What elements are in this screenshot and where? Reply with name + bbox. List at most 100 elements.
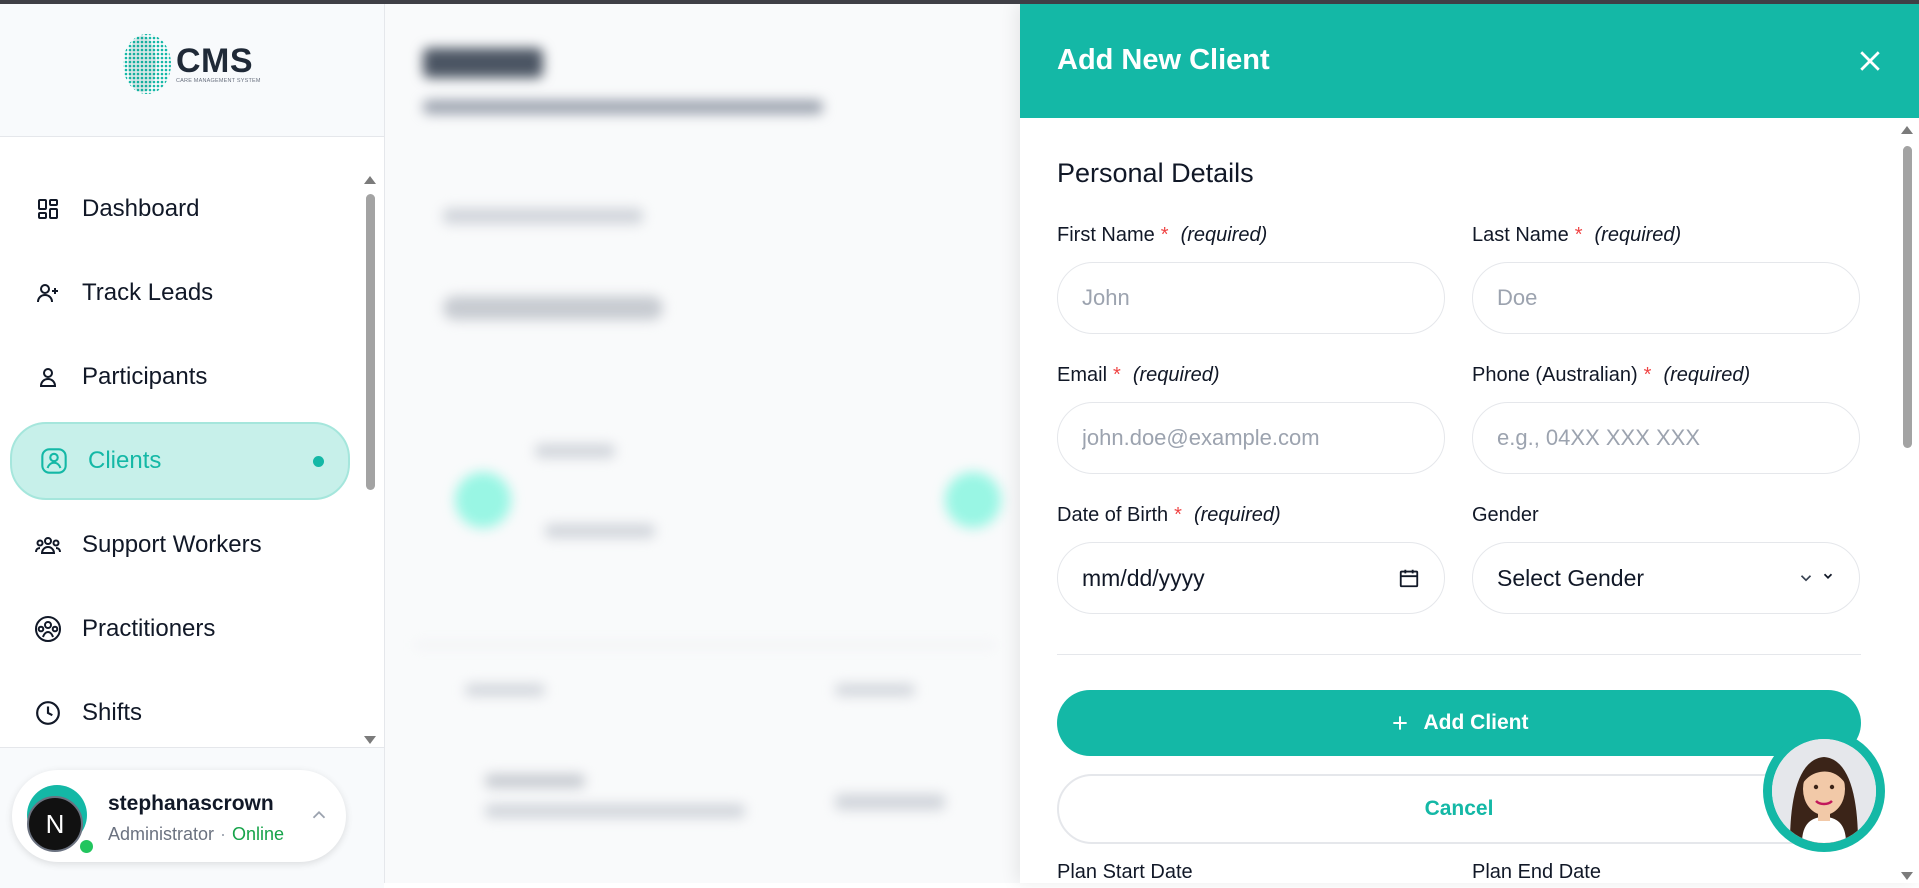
date-of-birth-field[interactable]: mm/dd/yyyy xyxy=(1057,542,1445,614)
clock-icon xyxy=(34,699,62,727)
gender-select[interactable]: Select Gender xyxy=(1472,542,1860,614)
sidebar: CMS CARE MANAGEMENT SYSTEM Dashboard Tra… xyxy=(0,4,385,888)
clients-icon xyxy=(40,447,68,475)
field-label-text: First Name xyxy=(1057,224,1155,246)
section-title: Personal Details xyxy=(1057,158,1254,188)
field-label-text: Gender xyxy=(1472,504,1539,526)
required-hint: (required) xyxy=(1180,224,1268,246)
gender-label: Gender xyxy=(1472,504,1539,527)
sidebar-item-label: Participants xyxy=(82,363,208,390)
user-status: Online xyxy=(232,824,285,844)
scroll-down-arrow-icon[interactable] xyxy=(364,736,376,744)
sidebar-item-clients[interactable]: Clients xyxy=(10,422,350,500)
sidebar-item-label: Clients xyxy=(88,447,162,474)
chevron-up-icon[interactable] xyxy=(308,804,330,826)
role-separator: · xyxy=(220,824,227,844)
blurred-text xyxy=(835,794,945,810)
close-icon[interactable] xyxy=(1855,46,1885,76)
logo-subtitle: CARE MANAGEMENT SYSTEM xyxy=(176,78,261,84)
sidebar-footer: N stephanascrown Administrator · Online xyxy=(0,747,384,888)
date-value: mm/dd/yyyy xyxy=(1082,564,1205,591)
required-hint: (required) xyxy=(1594,224,1682,246)
logo[interactable]: CMS CARE MANAGEMENT SYSTEM xyxy=(120,32,261,96)
scroll-up-arrow-icon[interactable] xyxy=(364,176,376,184)
cancel-button[interactable]: Cancel xyxy=(1057,774,1861,844)
user-plus-icon xyxy=(34,279,62,307)
sidebar-item-label: Dashboard xyxy=(82,195,200,222)
blurred-avatar xyxy=(945,472,1001,528)
calendar-icon[interactable] xyxy=(1398,567,1420,589)
sidebar-item-shifts[interactable]: Shifts xyxy=(12,678,347,748)
blurred-button xyxy=(443,296,663,320)
email-label: Email * (required) xyxy=(1057,364,1220,387)
user-name: stephanascrown xyxy=(108,792,274,815)
field-label-text: Phone (Australian) xyxy=(1472,364,1638,386)
field-label-text: Date of Birth xyxy=(1057,504,1169,526)
required-star: * xyxy=(1160,224,1169,246)
email-field[interactable] xyxy=(1057,402,1445,474)
required-star: * xyxy=(1113,364,1121,386)
required-star: * xyxy=(1174,504,1182,526)
cancel-label: Cancel xyxy=(1424,797,1494,820)
phone-field[interactable] xyxy=(1472,402,1860,474)
logo-text: CMS CARE MANAGEMENT SYSTEM xyxy=(176,44,261,84)
sidebar-item-support-workers[interactable]: Support Workers xyxy=(12,510,347,580)
plus-icon xyxy=(1392,716,1407,730)
add-client-button[interactable]: Add Client xyxy=(1057,690,1861,756)
first-name-field[interactable] xyxy=(1057,262,1445,334)
required-hint: (required) xyxy=(1663,364,1751,386)
blurred-avatar xyxy=(455,472,511,528)
form-divider xyxy=(1057,654,1861,655)
scroll-up-arrow-icon[interactable] xyxy=(1901,126,1913,134)
online-status-dot xyxy=(78,838,95,855)
sidebar-scrollbar[interactable] xyxy=(364,172,376,746)
sidebar-item-dashboard[interactable]: Dashboard xyxy=(12,174,347,244)
add-client-label: Add Client xyxy=(1423,711,1529,734)
assistant-avatar xyxy=(1772,739,1876,843)
practitioners-icon xyxy=(34,615,62,643)
scrollbar-thumb[interactable] xyxy=(1903,146,1912,448)
last-name-label: Last Name * (required) xyxy=(1472,224,1681,247)
window-top-bar xyxy=(0,0,1919,4)
user-menu-card[interactable]: N stephanascrown Administrator · Online xyxy=(12,770,346,862)
required-star: * xyxy=(1574,224,1583,246)
main-content-blurred xyxy=(385,4,1021,883)
sidebar-item-label: Practitioners xyxy=(82,615,216,642)
users-group-icon xyxy=(34,531,62,559)
plan-start-date-label: Plan Start Date xyxy=(1057,861,1193,883)
drawer-scrollbar[interactable] xyxy=(1900,124,1914,883)
chevron-down-icon xyxy=(1797,569,1835,587)
blurred-text xyxy=(485,774,585,788)
required-hint: (required) xyxy=(1193,504,1281,526)
blurred-text xyxy=(465,684,545,696)
gender-selected-value: Select Gender xyxy=(1497,564,1645,591)
blurred-text xyxy=(485,804,745,818)
sidebar-item-participants[interactable]: Participants xyxy=(12,342,347,412)
sidebar-item-label: Support Workers xyxy=(82,531,262,558)
required-hint: (required) xyxy=(1132,364,1220,386)
field-label-text: Last Name xyxy=(1472,224,1569,246)
drawer-header: Add New Client xyxy=(1020,4,1919,118)
sidebar-item-label: Shifts xyxy=(82,699,143,726)
woman-portrait-icon xyxy=(1772,739,1876,843)
blurred-text xyxy=(443,208,643,224)
sidebar-item-practitioners[interactable]: Practitioners xyxy=(12,594,347,664)
logo-area: CMS CARE MANAGEMENT SYSTEM xyxy=(0,4,384,137)
user-role: Administrator xyxy=(108,824,215,844)
phone-label: Phone (Australian) * (required) xyxy=(1472,364,1750,387)
sidebar-item-track-leads[interactable]: Track Leads xyxy=(12,258,347,328)
first-name-label: First Name * (required) xyxy=(1057,224,1267,247)
field-label-text: Email xyxy=(1057,364,1108,386)
last-name-field[interactable] xyxy=(1472,262,1860,334)
user-role-line: Administrator · Online xyxy=(108,824,284,845)
assistant-chat-button[interactable] xyxy=(1763,730,1885,852)
drawer-title: Add New Client xyxy=(1057,44,1270,76)
active-indicator-dot xyxy=(313,456,324,467)
avatar: N xyxy=(27,796,83,852)
blurred-text xyxy=(535,444,615,458)
scrollbar-thumb[interactable] xyxy=(366,194,375,490)
blurred-heading xyxy=(423,48,543,78)
required-star: * xyxy=(1643,364,1652,386)
blurred-subheading xyxy=(423,100,823,114)
scroll-down-arrow-icon[interactable] xyxy=(1901,872,1913,880)
